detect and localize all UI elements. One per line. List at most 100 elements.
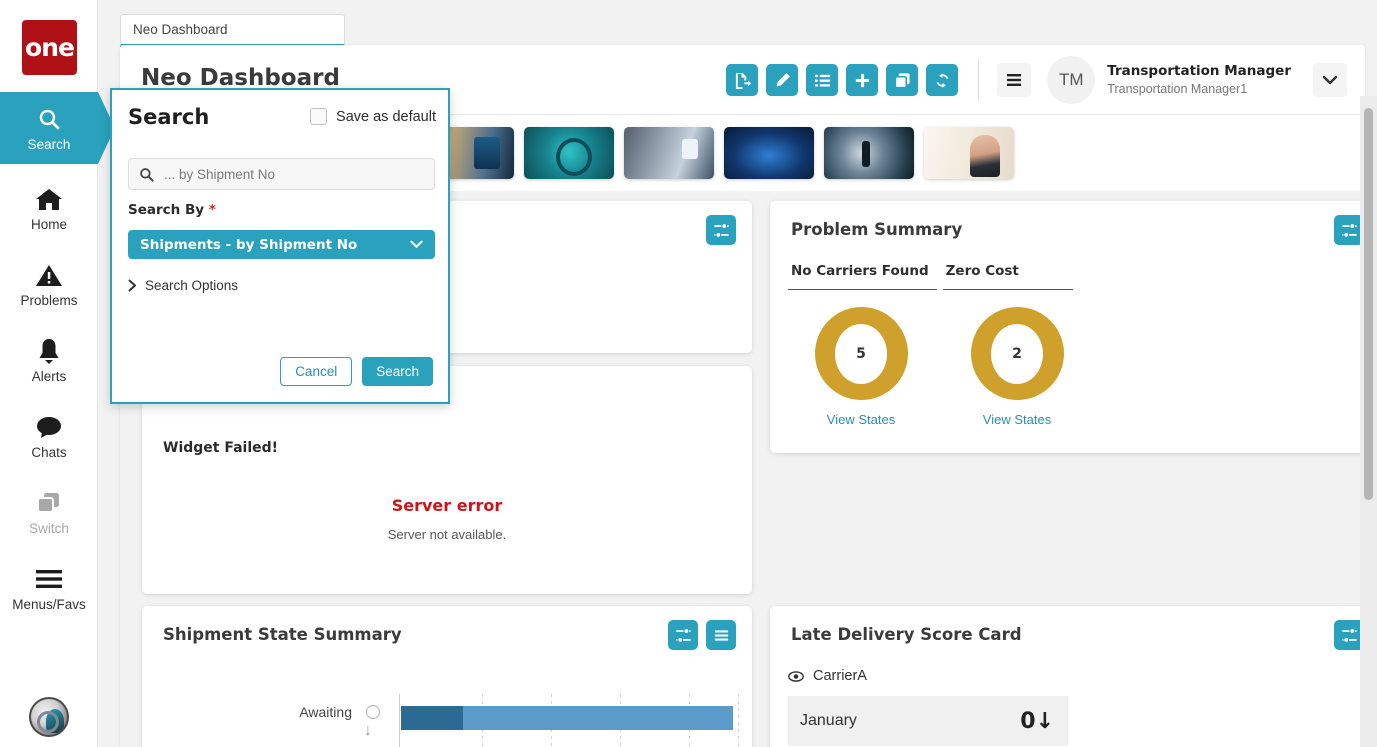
user-menu-button[interactable] xyxy=(1313,63,1347,97)
donut-chart: 5 xyxy=(814,307,908,400)
copy-icon xyxy=(894,72,910,88)
view-states-link[interactable]: View States xyxy=(827,412,895,427)
thumb-laptop-security[interactable] xyxy=(624,127,714,179)
score-value: 0↓ xyxy=(1020,708,1054,734)
avatar[interactable]: TM xyxy=(1047,56,1096,104)
home-icon xyxy=(35,184,63,214)
chevron-down-icon xyxy=(410,240,423,248)
sidebar-item-chats[interactable]: Chats xyxy=(0,400,98,472)
tab-label: Neo Dashboard xyxy=(133,22,228,37)
donut-value: 5 xyxy=(835,323,887,384)
widget-settings-button[interactable] xyxy=(706,215,736,245)
search-input-placeholder: ... by Shipment No xyxy=(164,166,276,182)
left-sidebar: one Search Home Problems Alerts Chats Sw… xyxy=(0,0,115,747)
hamburger-icon xyxy=(34,564,64,594)
sidebar-item-label: Home xyxy=(30,217,67,232)
server-error-title: Server error xyxy=(391,496,503,515)
user-avatar[interactable] xyxy=(29,697,69,737)
chat-icon xyxy=(35,412,63,442)
search-dialog-footer: Cancel Search xyxy=(280,357,433,386)
search-dialog-title: Search xyxy=(128,105,210,129)
export-file-button[interactable] xyxy=(726,64,759,96)
pencil-icon xyxy=(776,72,790,86)
switch-icon xyxy=(36,488,62,518)
donut-no-carriers-found: 5 View States xyxy=(788,307,934,427)
search-button[interactable]: Search xyxy=(362,357,433,386)
search-by-select[interactable]: Shipments - by Shipment No xyxy=(128,230,435,259)
sliders-icon xyxy=(1341,222,1357,238)
search-options-toggle[interactable]: Search Options xyxy=(128,278,238,293)
sidebar-item-menus-favs[interactable]: Menus/Favs xyxy=(0,552,98,624)
file-export-icon xyxy=(735,72,751,89)
donut-chart: 2 xyxy=(970,307,1064,400)
vertical-scrollbar-thumb[interactable] xyxy=(1364,108,1373,500)
add-button[interactable] xyxy=(846,64,879,96)
score-month: January xyxy=(800,712,857,729)
user-role: Transportation Manager1 xyxy=(1107,81,1248,96)
save-as-default-row: Save as default xyxy=(310,108,436,125)
score-row-january: January 0↓ xyxy=(788,696,1068,746)
list-button[interactable] xyxy=(806,64,839,96)
tab-bar: Neo Dashboard xyxy=(98,0,1377,47)
sidebar-item-problems[interactable]: Problems xyxy=(0,248,98,320)
save-as-default-label: Save as default xyxy=(336,108,436,125)
list-icon xyxy=(714,629,728,641)
widget-list-button[interactable] xyxy=(706,620,736,650)
donut-zero-cost: 2 View States xyxy=(944,307,1090,427)
donut-value: 2 xyxy=(991,323,1043,384)
chart-row-awaiting: Awaiting ↓ xyxy=(142,694,752,747)
sidebar-item-home[interactable]: Home xyxy=(0,172,98,244)
refresh-icon xyxy=(936,72,949,88)
card-tools xyxy=(706,215,736,245)
user-name: Transportation Manager xyxy=(1107,62,1291,79)
edit-button[interactable] xyxy=(766,64,799,96)
sidebar-item-search[interactable]: Search xyxy=(0,92,115,164)
list-icon xyxy=(814,74,830,87)
bar-segment-a xyxy=(401,706,463,730)
search-by-selected-option: Shipments - by Shipment No xyxy=(140,236,358,253)
save-as-default-checkbox[interactable] xyxy=(310,108,328,125)
problem-summary-tabs: No Carriers Found Zero Cost xyxy=(788,263,1073,290)
carrier-name: CarrierA xyxy=(813,668,867,684)
thumb-person-profile[interactable] xyxy=(924,127,1014,179)
avatar-initials: TM xyxy=(1059,70,1084,89)
chevron-down-icon xyxy=(1322,75,1338,84)
user-info: Transportation Manager Transportation Ma… xyxy=(1107,63,1291,97)
problem-summary-donuts: 5 View States 2 View States xyxy=(788,307,1090,427)
view-states-link[interactable]: View States xyxy=(983,412,1051,427)
refresh-button[interactable] xyxy=(926,64,959,96)
carrier-row[interactable]: CarrierA xyxy=(788,668,867,684)
thumb-globe-teal[interactable] xyxy=(524,127,614,179)
search-by-label: Search By * xyxy=(128,202,216,218)
thumb-global-connections[interactable] xyxy=(724,127,814,179)
tab-zero-cost[interactable]: Zero Cost xyxy=(942,263,1073,290)
widget-failed-label: Widget Failed! xyxy=(163,440,279,456)
brand-logo[interactable]: one xyxy=(22,20,77,75)
header-toolbar: TM Transportation Manager Transportation… xyxy=(726,45,1365,115)
cancel-button[interactable]: Cancel xyxy=(280,357,353,386)
hamburger-icon xyxy=(1007,74,1022,86)
bell-icon xyxy=(36,336,62,366)
thumb-person-portal[interactable] xyxy=(824,127,914,179)
sidebar-item-switch[interactable]: Switch xyxy=(0,476,98,548)
widget-settings-button[interactable] xyxy=(668,620,698,650)
chevron-right-icon xyxy=(128,279,136,292)
sidebar-item-label: Alerts xyxy=(31,369,67,384)
copy-button[interactable] xyxy=(886,64,919,96)
stacked-bar[interactable] xyxy=(401,706,733,730)
server-error-message: Server not available. xyxy=(387,527,507,542)
search-input[interactable]: ... by Shipment No xyxy=(128,158,435,190)
sliders-icon xyxy=(713,222,729,238)
sidebar-item-alerts[interactable]: Alerts xyxy=(0,324,98,396)
chart-plot-area xyxy=(399,694,739,747)
card-title: Problem Summary xyxy=(791,220,963,239)
header-menu-button[interactable] xyxy=(997,63,1032,97)
tab-neo-dashboard[interactable]: Neo Dashboard xyxy=(120,14,345,47)
search-icon xyxy=(140,167,154,182)
bar-segment-b xyxy=(463,706,733,730)
required-marker: * xyxy=(208,202,216,218)
gridline xyxy=(738,694,739,747)
search-icon xyxy=(37,104,61,134)
tab-no-carriers-found[interactable]: No Carriers Found xyxy=(788,263,937,290)
card-title: Shipment State Summary xyxy=(163,625,402,644)
